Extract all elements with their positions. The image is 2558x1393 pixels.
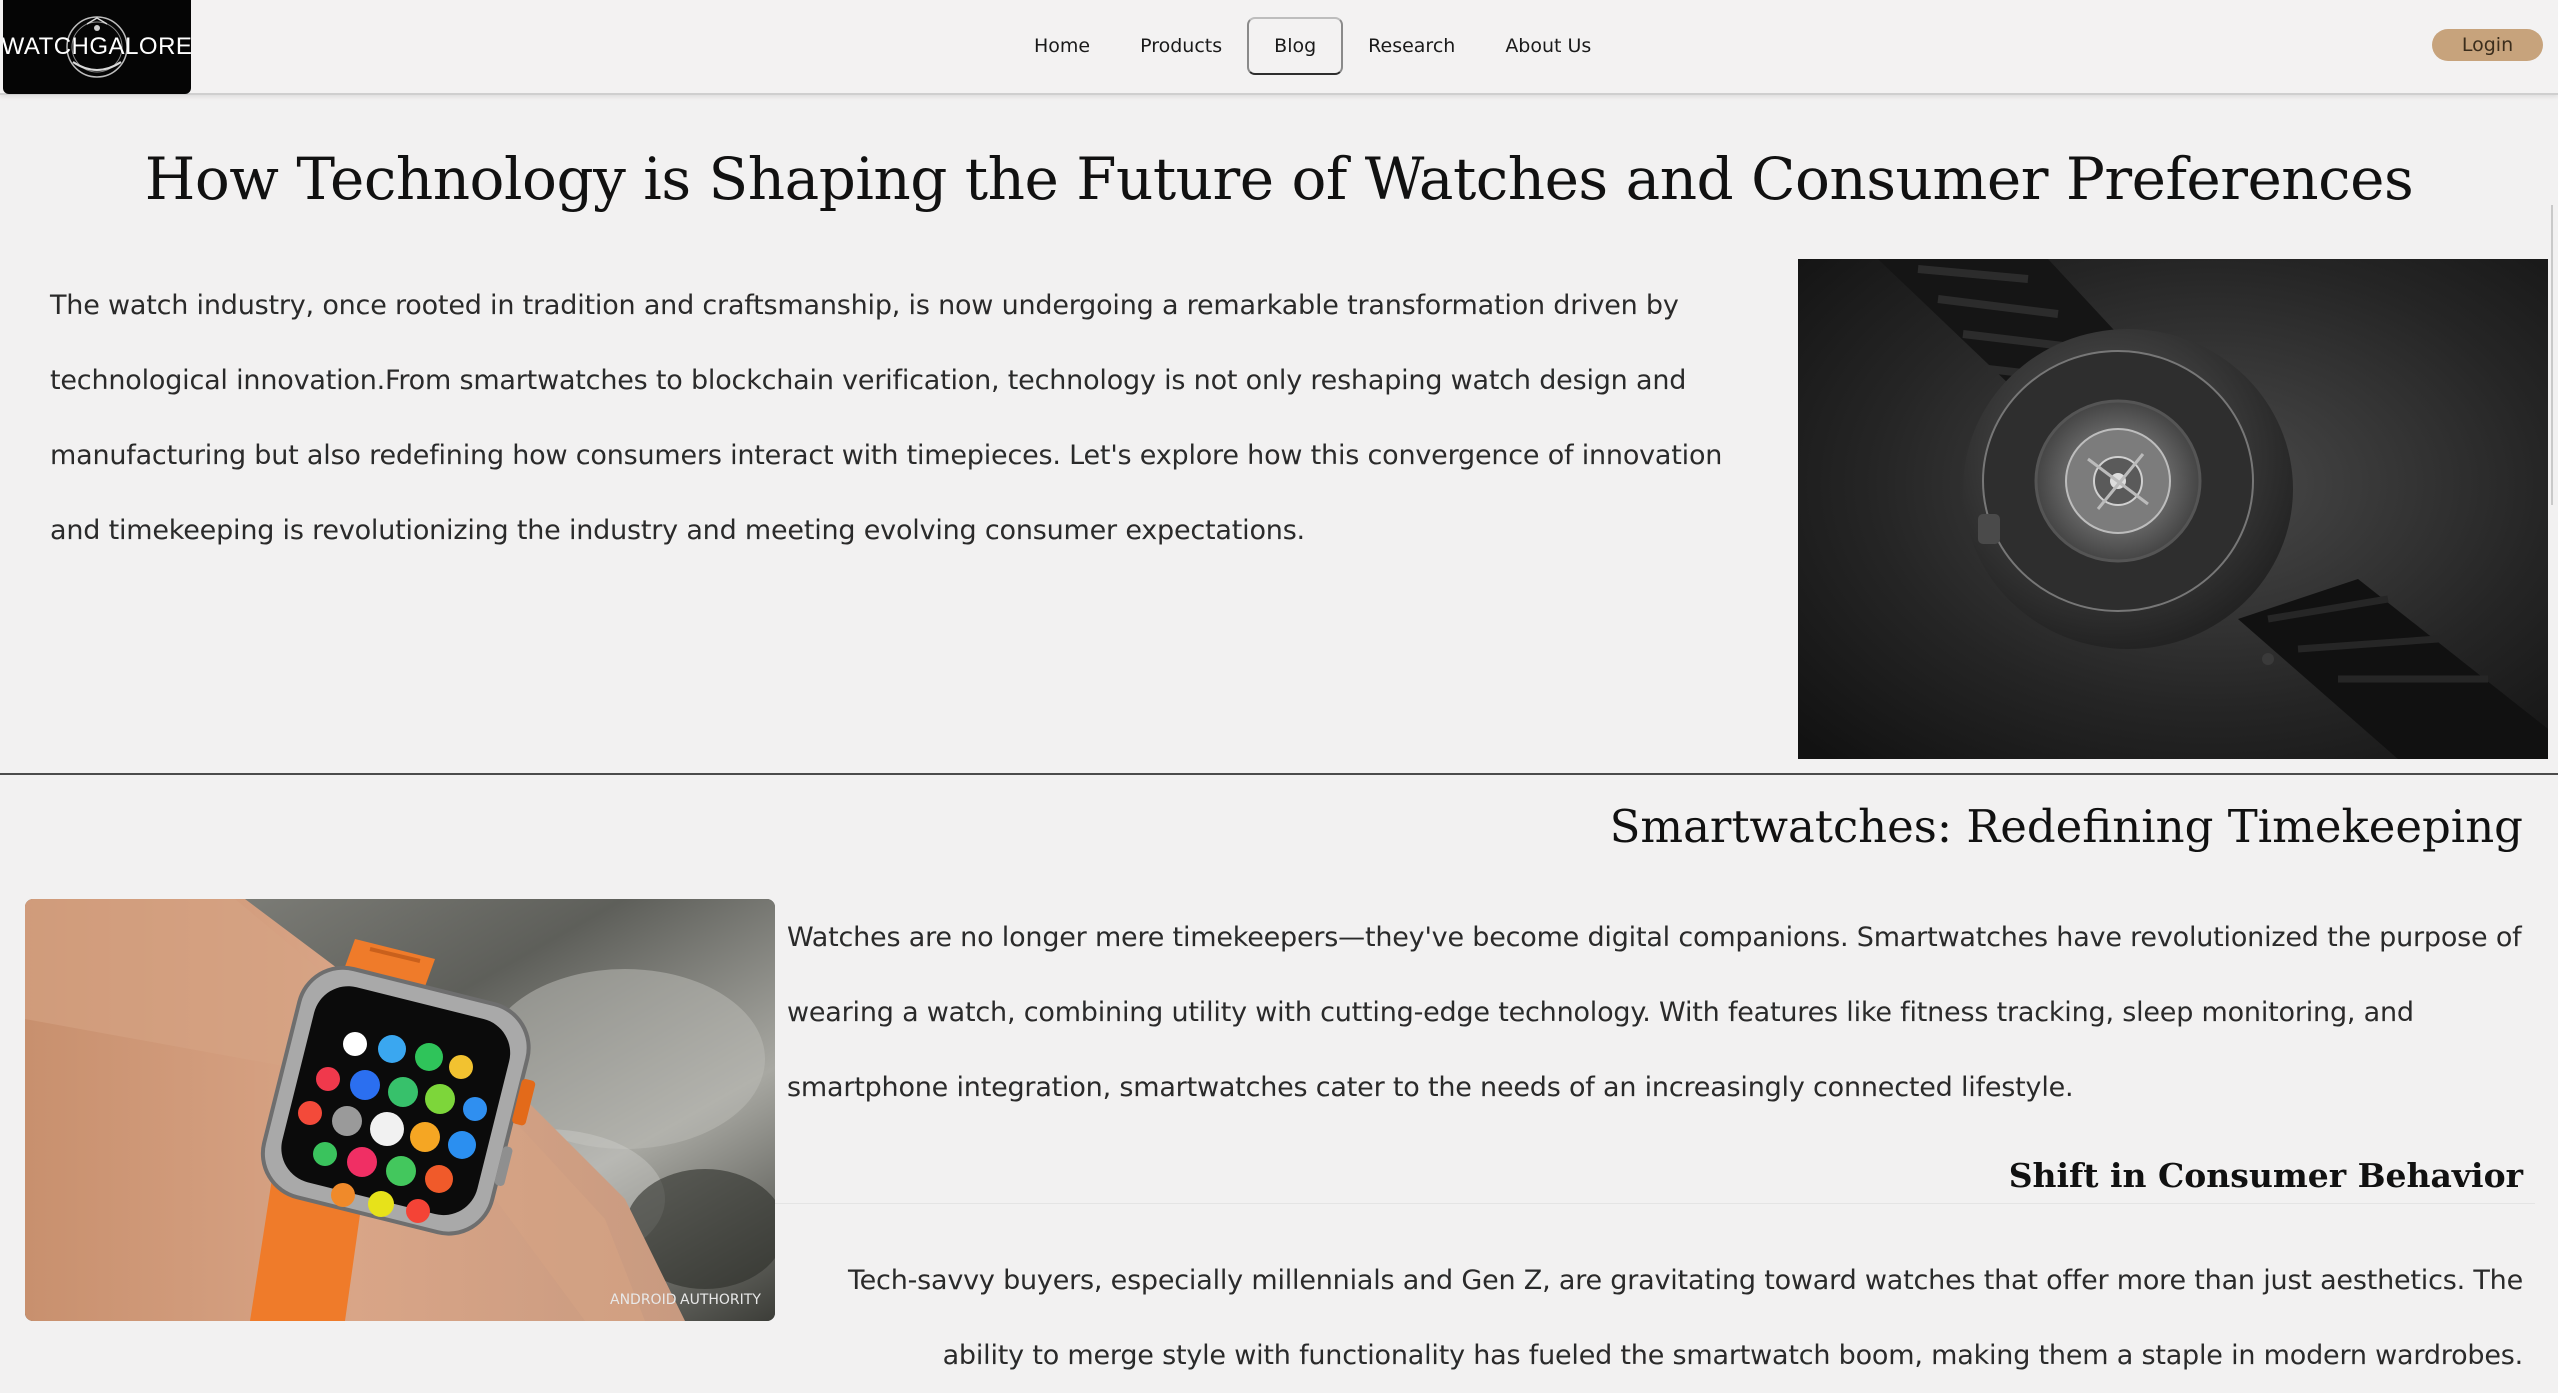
nav-item-home[interactable]: Home <box>1009 17 1115 75</box>
watermark-text-a: ANDROID <box>610 1292 677 1308</box>
nav-item-blog[interactable]: Blog <box>1247 17 1344 75</box>
consumer-behavior-paragraph: Tech-savvy buyers, especially millennial… <box>847 1265 2523 1371</box>
subsection-divider <box>775 1203 2535 1204</box>
intro-paragraph: The watch industry, once rooted in tradi… <box>50 290 1723 546</box>
smartwatches-paragraph: Watches are no longer mere timekeepers—t… <box>787 922 2522 1103</box>
site-header: WATCHGALORE Home Products Blog Research … <box>0 0 2558 95</box>
nav-item-about-us[interactable]: About Us <box>1480 17 1616 75</box>
smartwatch-image: ANDROID AUTHORITY <box>25 899 775 1321</box>
page-title: How Technology is Shaping the Future of … <box>144 145 2414 213</box>
hero-watch-image <box>1798 259 2548 759</box>
nav-item-products[interactable]: Products <box>1115 17 1247 75</box>
section-divider <box>0 773 2558 775</box>
login-button[interactable]: Login <box>2432 29 2543 61</box>
brand-logo[interactable]: WATCHGALORE <box>3 0 191 94</box>
logo-text: WATCHGALORE <box>3 33 191 60</box>
section-title-smartwatches: Smartwatches: Redefining Timekeeping <box>1609 800 2523 853</box>
watermark-text-b: AUTHORITY <box>680 1292 761 1308</box>
subsection-title-consumer-behavior: Shift in Consumer Behavior <box>2008 1156 2523 1195</box>
nav-item-research[interactable]: Research <box>1343 17 1480 75</box>
main-nav: Home Products Blog Research About Us <box>1009 16 1616 76</box>
page-scrollbar[interactable] <box>2551 205 2553 505</box>
